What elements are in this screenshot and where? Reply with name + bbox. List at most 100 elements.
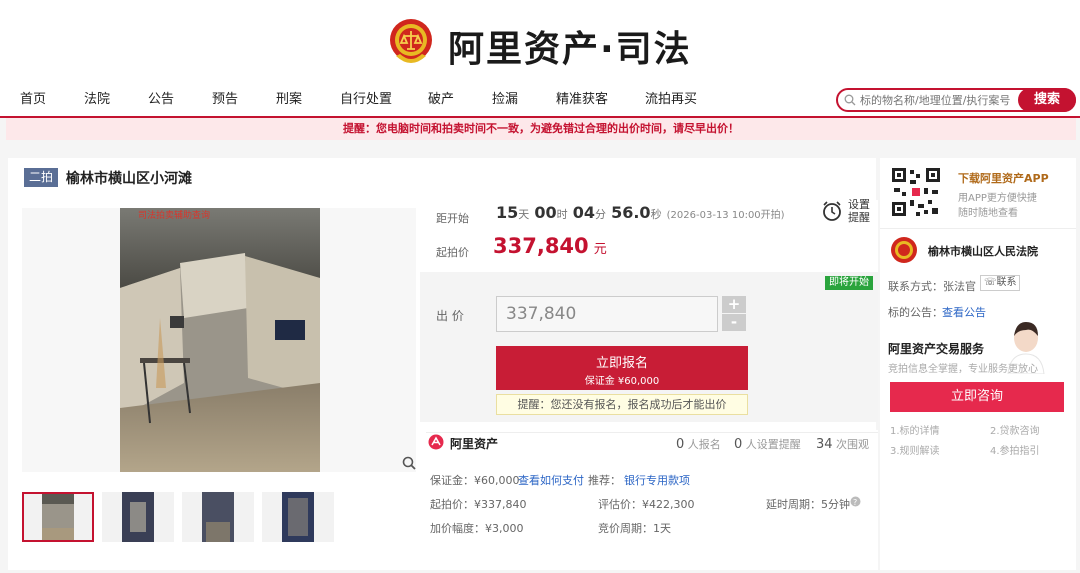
nav-item-bargain[interactable]: 捡漏: [492, 88, 518, 107]
app-line-2: 随时随地查看: [958, 208, 1018, 219]
appraisal-price-info: 评估价：¥422,300: [598, 498, 695, 511]
signup-label: 人报名: [687, 438, 721, 451]
start-price-value: 337,840: [493, 234, 589, 258]
views-label: 次围观: [836, 438, 870, 451]
app-qr-code: [890, 166, 942, 218]
countdown-seconds-unit: 秒: [650, 208, 662, 221]
court-emblem-small-icon: [891, 237, 917, 263]
item-title: 榆林市横山区小河滩: [66, 171, 192, 187]
remind-label: 人设置提醒: [745, 438, 801, 451]
countdown-days: 15: [496, 203, 519, 222]
signup-count: 0: [676, 437, 685, 452]
service-subtitle: 竞拍信息全掌握，专业服务更放心: [888, 364, 1038, 375]
sidebar-link-loan[interactable]: 2.贷款咨询: [990, 422, 1040, 437]
bank-account-link[interactable]: 银行专用款项: [624, 472, 690, 488]
bid-decrease-button[interactable]: -: [722, 314, 746, 331]
countdown-hours: 00: [534, 203, 557, 222]
recommend-label: 推荐：: [588, 474, 621, 487]
stats-divider: [426, 432, 878, 433]
svg-text:?: ?: [853, 498, 857, 507]
site-logo-text[interactable]: 阿里资产·司法: [448, 20, 692, 72]
app-download-title[interactable]: 下载阿里资产APP: [958, 170, 1049, 186]
announcement-link[interactable]: 查看公告: [942, 304, 986, 320]
ali-assets-logo-icon: [428, 434, 444, 450]
countdown-days-unit: 天: [518, 208, 530, 221]
consult-button[interactable]: 立即咨询: [890, 382, 1064, 412]
nav-item-court[interactable]: 法院: [84, 88, 110, 107]
thumbnail-3[interactable]: [182, 492, 254, 542]
nav-item-self-disposal[interactable]: 自行处置: [340, 88, 392, 107]
register-button-deposit: 保证金 ¥60,000: [584, 376, 660, 387]
register-tip: 提醒：您还没有报名，报名成功后才能出价: [496, 394, 748, 415]
register-button[interactable]: 立即报名 保证金 ¥60,000: [496, 346, 748, 390]
nav-item-failed-rebuy[interactable]: 流拍再买: [645, 88, 697, 107]
search-button[interactable]: 搜索: [1018, 88, 1076, 112]
sidebar-link-details[interactable]: 1.标的详情: [890, 422, 940, 437]
countdown-hours-unit: 时: [556, 208, 568, 221]
alarm-clock-icon: [823, 201, 841, 221]
countdown-minutes-unit: 分: [594, 208, 606, 221]
start-price-unit: 元: [593, 242, 607, 257]
countdown-minutes: 04: [572, 203, 595, 222]
sidebar-link-guide[interactable]: 4.参拍指引: [990, 442, 1040, 457]
start-price-label: 起拍价: [436, 246, 469, 259]
room-photo-image: 司法拍卖辅助查询: [120, 208, 320, 472]
court-emblem-icon: [390, 19, 432, 63]
set-reminder-button[interactable]: 设置 提醒: [816, 196, 876, 228]
search-icon: [844, 94, 856, 106]
bid-period-info: 竞价周期：1天: [598, 522, 671, 535]
bid-label: 出 价: [436, 309, 464, 323]
signup-stat: 0 人报名: [676, 436, 721, 452]
sidebar-divider: [880, 228, 1076, 229]
time-mismatch-notice: 提醒：您电脑时间和拍卖时间不一致，为避免错过合理的出价时间，请尽早出价！: [6, 118, 1076, 140]
nav-item-announcement[interactable]: 公告: [148, 88, 174, 107]
nav-item-precise-customers[interactable]: 精准获客: [556, 88, 608, 107]
how-to-pay-link[interactable]: 查看如何支付: [518, 472, 584, 488]
nav-item-home[interactable]: 首页: [20, 88, 46, 107]
photo-watermark-text: 司法拍卖辅助查询: [138, 209, 210, 221]
increment-info: 加价幅度：¥3,000: [430, 522, 524, 535]
phone-icon: ☏: [984, 277, 997, 288]
service-title: 阿里资产交易服务: [888, 342, 985, 356]
start-price: 337,840 元: [493, 234, 607, 258]
thumbnail-2[interactable]: [102, 492, 174, 542]
contact-button[interactable]: ☏联系: [980, 275, 1020, 291]
announcement-label: 标的公告：: [888, 306, 943, 319]
thumbnail-1[interactable]: [22, 492, 94, 542]
search-bar: 搜索: [836, 88, 1076, 112]
round-badge: 二拍: [24, 168, 58, 187]
views-stat: 34 次围观: [816, 436, 869, 452]
help-icon[interactable]: ?: [850, 496, 861, 507]
deposit-info: 保证金：¥60,000: [430, 474, 520, 487]
countdown-start-time: (2026-03-13 10:00开拍): [666, 210, 785, 221]
countdown-label: 距开始: [436, 212, 469, 225]
bid-amount-input[interactable]: 337,840: [496, 296, 718, 332]
page: 阿里资产·司法 首页 法院 公告 预告 刑案 自行处置 破产 捡漏 精准获客 流…: [0, 0, 1080, 573]
zoom-icon[interactable]: [402, 456, 416, 470]
countdown-seconds: 56.0: [611, 203, 651, 222]
app-line-1: 用APP更方便快捷: [958, 193, 1037, 204]
sidebar-link-rules[interactable]: 3.规则解读: [890, 442, 940, 457]
contact-button-label: 联系: [996, 277, 1017, 288]
start-price-info: 起拍价：¥337,840: [430, 498, 527, 511]
nav-item-criminal[interactable]: 刑案: [276, 88, 302, 107]
header: 阿里资产·司法 首页 法院 公告 预告 刑案 自行处置 破产 捡漏 精准获客 流…: [0, 0, 1080, 118]
search-input[interactable]: [860, 92, 1016, 108]
bid-increase-button[interactable]: +: [722, 296, 746, 313]
court-name[interactable]: 榆林市横山区人民法院: [928, 243, 1038, 259]
delay-period-info: 延时周期：5分钟: [766, 498, 850, 511]
main-photo[interactable]: 司法拍卖辅助查询: [22, 208, 416, 472]
reminder-label-2: 提醒: [848, 211, 870, 224]
nav-item-bankruptcy[interactable]: 破产: [428, 88, 454, 107]
thumbnail-4[interactable]: [262, 492, 334, 542]
countdown: 15天 00时 04分 56.0秒 (2026-03-13 10:00开拍): [496, 203, 785, 222]
main-nav: 首页 法院 公告 预告 刑案 自行处置 破产 捡漏 精准获客 流拍再买: [0, 88, 780, 112]
contact-label: 联系方式：张法官: [888, 280, 976, 293]
coming-soon-badge: 即将开始: [825, 276, 873, 290]
views-count: 34: [816, 437, 833, 452]
register-button-label: 立即报名: [595, 356, 648, 371]
nav-item-preview[interactable]: 预告: [212, 88, 238, 107]
remind-count: 0: [734, 437, 743, 452]
stats-brand: 阿里资产: [450, 437, 499, 451]
remind-stat: 0 人设置提醒: [734, 436, 801, 452]
